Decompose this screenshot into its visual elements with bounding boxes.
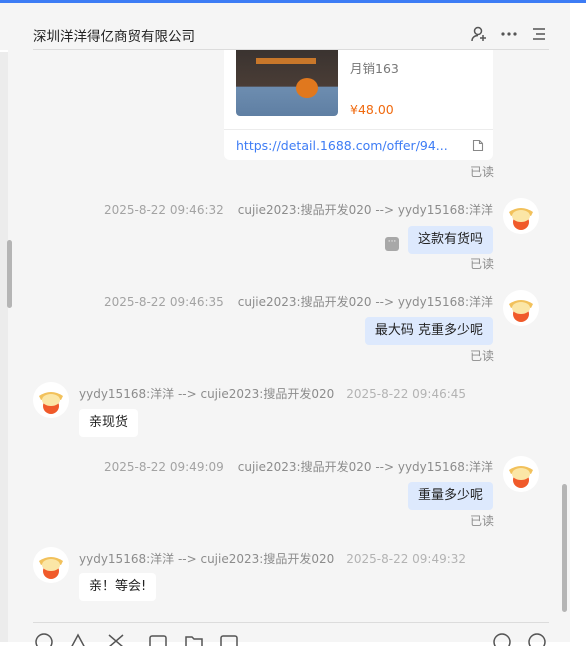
message-bubble[interactable]: 亲！等会! bbox=[79, 573, 157, 601]
message-bubble[interactable]: 重量多少呢 bbox=[407, 482, 493, 510]
message-bubble[interactable]: 这款有货吗 bbox=[407, 226, 493, 254]
read-status: 已读 bbox=[470, 349, 495, 363]
product-price: ¥48.00 bbox=[350, 102, 394, 117]
message-list[interactable]: 月销163 ¥48.00 https://detail.1688.com/off… bbox=[8, 50, 570, 642]
add-user-icon[interactable] bbox=[468, 23, 490, 45]
avatar[interactable] bbox=[503, 290, 539, 326]
scrollbar-thumb[interactable] bbox=[562, 484, 567, 612]
message-meta: 2025-8-22 09:49:09 cujie2023:搜品开发020 --> … bbox=[104, 458, 493, 475]
read-status: 已读 bbox=[470, 257, 495, 271]
triangle-icon[interactable] bbox=[68, 632, 88, 646]
message-time: 2025-8-22 09:49:32 bbox=[346, 552, 467, 566]
emoji-icon[interactable] bbox=[34, 632, 54, 646]
message-time: 2025-8-22 09:46:35 bbox=[103, 295, 224, 309]
avatar[interactable] bbox=[33, 547, 69, 583]
message-route: cujie2023:搜品开发020 --> yydy15168:洋洋 bbox=[237, 203, 493, 217]
product-image[interactable] bbox=[236, 50, 338, 116]
card-divider bbox=[224, 129, 493, 130]
message-meta: 2025-8-22 09:46:32 cujie2023:搜品开发020 --> … bbox=[104, 201, 493, 218]
chat-title: 深圳洋洋得亿商贸有限公司 bbox=[33, 29, 195, 45]
more-icon[interactable] bbox=[498, 23, 520, 45]
product-card[interactable]: 月销163 ¥48.00 https://detail.1688.com/off… bbox=[224, 50, 493, 160]
message-route: yydy15168:洋洋 --> cujie2023:搜品开发020 bbox=[79, 387, 335, 401]
message-route: cujie2023:搜品开发020 --> yydy15168:洋洋 bbox=[237, 460, 493, 474]
message-route: yydy15168:洋洋 --> cujie2023:搜品开发020 bbox=[79, 552, 335, 566]
message-bubble[interactable]: 最大码 克重多少呢 bbox=[364, 317, 493, 345]
product-sales: 月销163 bbox=[350, 61, 399, 76]
copy-icon[interactable] bbox=[472, 137, 484, 156]
input-divider bbox=[33, 622, 549, 623]
product-image-pumpkin bbox=[296, 78, 318, 98]
product-image-detail bbox=[256, 58, 316, 64]
avatar[interactable] bbox=[503, 456, 539, 492]
left-scroll-track bbox=[0, 52, 8, 642]
scissors-icon[interactable] bbox=[106, 632, 126, 646]
left-scrollbar-thumb[interactable] bbox=[7, 240, 12, 308]
message-more-icon[interactable]: ··· bbox=[385, 237, 399, 251]
list-icon[interactable] bbox=[528, 23, 550, 45]
video-icon[interactable] bbox=[219, 632, 239, 646]
message-meta: yydy15168:洋洋 --> cujie2023:搜品开发020 2025-8… bbox=[79, 385, 466, 402]
message-meta: 2025-8-22 09:46:35 cujie2023:搜品开发020 --> … bbox=[104, 293, 493, 310]
message-bubble[interactable]: 亲现货 bbox=[79, 409, 139, 437]
product-link[interactable]: https://detail.1688.com/offer/94... bbox=[236, 138, 448, 153]
history-icon[interactable] bbox=[492, 632, 512, 646]
message-time: 2025-8-22 09:49:09 bbox=[103, 460, 224, 474]
message-route: cujie2023:搜品开发020 --> yydy15168:洋洋 bbox=[237, 295, 493, 309]
message-time: 2025-8-22 09:46:45 bbox=[346, 387, 467, 401]
settings-icon[interactable] bbox=[527, 632, 547, 646]
image-icon[interactable] bbox=[148, 632, 168, 646]
message-time: 2025-8-22 09:46:32 bbox=[103, 203, 224, 217]
avatar[interactable] bbox=[33, 382, 69, 418]
right-margin bbox=[570, 3, 586, 642]
chat-header: 深圳洋洋得亿商贸有限公司 bbox=[0, 3, 586, 50]
read-status: 已读 bbox=[470, 165, 495, 179]
read-status: 已读 bbox=[470, 514, 495, 528]
avatar[interactable] bbox=[503, 198, 539, 234]
message-meta: yydy15168:洋洋 --> cujie2023:搜品开发020 2025-8… bbox=[79, 550, 466, 567]
folder-icon[interactable] bbox=[184, 632, 204, 646]
